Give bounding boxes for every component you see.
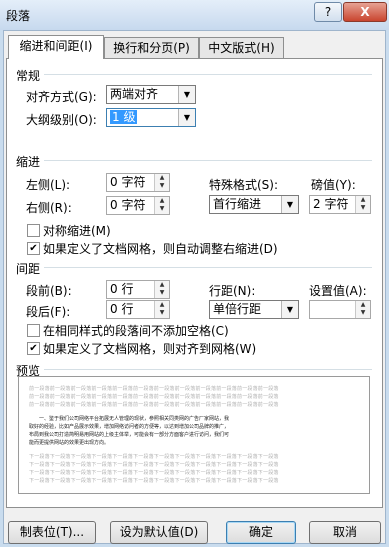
spacing-at-label: 设置值(A): (309, 284, 367, 298)
spin-down-icon[interactable]: ▼ (155, 205, 169, 213)
indent-by-value: 2 字符 (313, 197, 349, 211)
tab-indents-spacing[interactable]: 缩进和间距(I) (8, 35, 104, 59)
general-heading: 常规 (16, 69, 41, 83)
divider (44, 160, 372, 161)
preview-previous-paragraph: 前一段落前一段落前一段落前一段落前一段落前一段落前一段落前一段落前一段落前一段落… (29, 402, 279, 408)
preview-sample-line: 一、鉴于我们公司网络平台拓展无人管理的现状，参照相关同类网的广告厂家网站，我 (39, 416, 230, 422)
divider (44, 267, 372, 268)
indent-left-spinner[interactable]: 0 字符 ▲ ▼ (106, 173, 170, 192)
preview-sample-line: 取好的经验，比如产品展示效果，增加网络访问者的方便等，以达到增加公司品牌的推广， (29, 424, 230, 430)
alignment-label: 对齐方式(G): (26, 90, 97, 104)
indent-left-value: 0 字符 (110, 175, 146, 189)
snap-to-grid-label: 如果定义了文档网格，则对齐到网格(W) (43, 342, 257, 356)
alignment-select[interactable]: 两端对齐 ▼ (106, 85, 196, 104)
preview-following-paragraph: 下一段落下一段落下一段落下一段落下一段落下一段落下一段落下一段落下一段落下一段落… (29, 478, 279, 484)
spin-up-icon[interactable]: ▲ (356, 301, 370, 309)
window-title: 段落 (6, 9, 31, 23)
outline-level-value: 1 级 (110, 110, 138, 124)
outline-level-select[interactable]: 1 级 ▼ (106, 108, 196, 127)
spacing-at-spinner[interactable]: ▲ ▼ (309, 300, 371, 319)
close-button[interactable]: X (343, 2, 387, 22)
line-spacing-select[interactable]: 单倍行距 ▼ (209, 300, 299, 319)
preview-following-paragraph: 下一段落下一段落下一段落下一段落下一段落下一段落下一段落下一段落下一段落下一段落… (29, 462, 279, 468)
no-space-same-style-checkbox[interactable] (27, 324, 40, 337)
preview-sample-line: 能而更提供网站的效果更出现方向。 (29, 440, 110, 446)
special-indent-value: 首行缩进 (213, 197, 262, 211)
spin-down-icon[interactable]: ▼ (155, 289, 169, 297)
snap-to-grid-checkbox[interactable]: ✔ (27, 342, 40, 355)
spin-down-icon[interactable]: ▼ (356, 204, 370, 212)
help-button[interactable]: ? (314, 2, 342, 22)
spacing-after-value: 0 行 (110, 302, 134, 316)
preview-sample-line: 布局到我公司打造简明易用网站的上级主体举，可能会有一部分方面客户进行访问，我们可 (29, 432, 230, 438)
spacing-after-label: 段后(F): (26, 305, 71, 319)
spin-up-icon[interactable]: ▲ (356, 196, 370, 204)
indent-by-label: 磅值(Y): (311, 178, 356, 192)
auto-right-indent-label: 如果定义了文档网格，则自动调整右缩进(D) (43, 242, 278, 256)
spacing-before-label: 段前(B): (26, 284, 72, 298)
ok-button[interactable]: 确定 (226, 521, 296, 544)
tab-asian-typography[interactable]: 中文版式(H) (199, 37, 284, 59)
chevron-down-icon[interactable]: ▼ (178, 109, 195, 126)
spacing-heading: 间距 (16, 262, 41, 276)
spacing-before-value: 0 行 (110, 282, 134, 296)
preview-following-paragraph: 下一段落下一段落下一段落下一段落下一段落下一段落下一段落下一段落下一段落下一段落… (29, 454, 279, 460)
spin-down-icon[interactable]: ▼ (155, 309, 169, 317)
special-indent-select[interactable]: 首行缩进 ▼ (209, 195, 299, 214)
outline-level-label: 大纲级别(O): (26, 113, 97, 127)
spin-up-icon[interactable]: ▲ (155, 301, 169, 309)
line-spacing-label: 行距(N): (209, 284, 256, 298)
indent-right-value: 0 字符 (110, 198, 146, 212)
spin-up-icon[interactable]: ▲ (155, 174, 169, 182)
set-default-button[interactable]: 设为默认值(D) (110, 521, 208, 544)
auto-right-indent-checkbox[interactable]: ✔ (27, 242, 40, 255)
mirror-indents-label: 对称缩进(M) (43, 224, 111, 238)
spin-down-icon[interactable]: ▼ (155, 182, 169, 190)
tabs-button[interactable]: 制表位(T)... (8, 521, 96, 544)
spin-down-icon[interactable]: ▼ (356, 309, 370, 317)
spin-up-icon[interactable]: ▲ (155, 197, 169, 205)
spacing-after-spinner[interactable]: 0 行 ▲ ▼ (106, 300, 170, 319)
line-spacing-value: 单倍行距 (213, 302, 262, 316)
mirror-indents-checkbox[interactable] (27, 224, 40, 237)
indent-right-label: 右侧(R): (26, 201, 72, 215)
divider (44, 369, 372, 370)
chevron-down-icon[interactable]: ▼ (178, 86, 195, 103)
preview-previous-paragraph: 前一段落前一段落前一段落前一段落前一段落前一段落前一段落前一段落前一段落前一段落… (29, 386, 279, 392)
alignment-value: 两端对齐 (110, 87, 159, 101)
preview-following-paragraph: 下一段落下一段落下一段落下一段落下一段落下一段落下一段落下一段落下一段落下一段落… (29, 470, 279, 476)
no-space-same-style-label: 在相同样式的段落间不添加空格(C) (43, 324, 229, 338)
tab-line-page-breaks[interactable]: 换行和分页(P) (104, 37, 199, 59)
chevron-down-icon[interactable]: ▼ (281, 301, 298, 318)
spin-up-icon[interactable]: ▲ (155, 281, 169, 289)
preview-box: 前一段落前一段落前一段落前一段落前一段落前一段落前一段落前一段落前一段落前一段落… (18, 376, 370, 494)
preview-previous-paragraph: 前一段落前一段落前一段落前一段落前一段落前一段落前一段落前一段落前一段落前一段落… (29, 394, 279, 400)
indent-left-label: 左侧(L): (26, 178, 71, 192)
chevron-down-icon[interactable]: ▼ (281, 196, 298, 213)
indent-right-spinner[interactable]: 0 字符 ▲ ▼ (106, 196, 170, 215)
indent-by-spinner[interactable]: 2 字符 ▲ ▼ (309, 195, 371, 214)
divider (44, 74, 372, 75)
indentation-heading: 缩进 (16, 155, 41, 169)
cancel-button[interactable]: 取消 (309, 521, 381, 544)
spacing-before-spinner[interactable]: 0 行 ▲ ▼ (106, 280, 170, 299)
special-indent-label: 特殊格式(S): (209, 178, 279, 192)
